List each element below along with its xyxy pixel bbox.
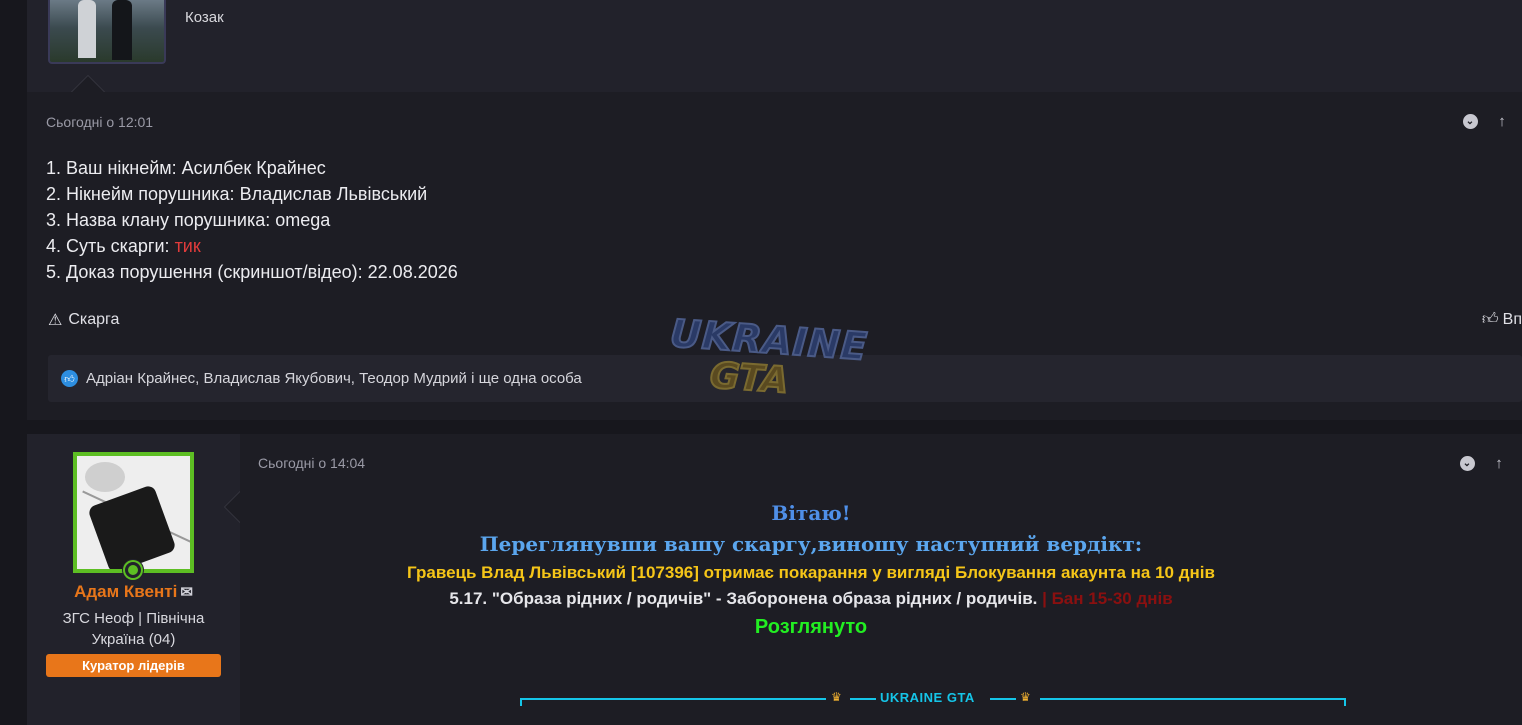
like-reaction-icon: 👍︎ [61,370,78,387]
crown-icon: ♛ [1020,690,1031,704]
complaint-line-offender: 2. Нікнейм порушника: Владислав Львівськ… [46,184,428,204]
post-date[interactable]: Сьогодні о 14:04 [258,455,365,471]
bookmark-button[interactable]: ⌄ [1461,112,1479,130]
verdict-rule: 5.17. "Образа рідних / родичів" - Заборо… [449,589,1173,608]
like-label: Вп [1502,310,1522,328]
crown-icon: ♛ [831,690,842,704]
share-button[interactable]: ↑ [1493,112,1511,130]
ban-range: | Бан 15-30 днів [1037,589,1173,608]
verdict-intro: Переглянувши вашу скаргу,виношу наступни… [479,532,1143,556]
complaint-line-essence: 4. Суть скарги: тик [46,236,201,256]
verdict-body: Вітаю! Переглянувши вашу скаргу,виношу н… [0,498,1522,642]
thumbs-up-icon: 👍︎ [1481,311,1499,328]
share-button[interactable]: ↑ [1490,454,1508,472]
previous-author-title: Козак [185,9,224,26]
report-label: Скарга [68,311,120,328]
previous-author-avatar[interactable] [48,0,166,64]
chevron-down-circle-icon: ⌄ [1462,113,1478,129]
like-button[interactable]: 👍︎ Вп [1482,310,1522,329]
message-post-2: Сьогодні о 14:04 ⌄ ↑ Вітаю! Переглянувши… [240,434,1522,725]
message-post-1: Сьогодні о 12:01 ⌄ ↑ 1. Ваш нікнейм: Аси… [27,92,1522,420]
post-pointer-caret [71,75,105,92]
chevron-down-circle-icon: ⌄ [1459,455,1475,471]
post-body: 1. Ваш нікнейм: Асилбек Крайнес 2. Нікне… [46,155,458,285]
report-button[interactable]: ⚠ Скарга [48,310,119,330]
bookmark-button[interactable]: ⌄ [1458,454,1476,472]
post-actions: ⌄ ↑ [1461,112,1511,130]
verdict-status: Розглянуто [754,616,868,638]
complaint-line-clan: 3. Назва клану порушника: omega [46,210,331,230]
reactions-bar[interactable]: 👍︎ Адріан Крайнес, Владислав Якубович, Т… [48,355,1522,402]
author-role-badge: Куратор лідерів [46,654,221,677]
previous-post-strip: Козак [27,0,1522,92]
signature-brand: UKRAINE GTA [880,690,975,705]
signature-divider: ♛ UKRAINE GTA ♛ [520,690,1346,706]
post-date[interactable]: Сьогодні о 12:01 [46,114,153,130]
post-actions: ⌄ ↑ [1458,454,1508,472]
warning-triangle-icon: ⚠ [48,312,63,329]
complaint-line-proof: 5. Доказ порушення (скриншот/відео): 22.… [46,262,458,282]
reactions-text[interactable]: Адріан Крайнес, Владислав Якубович, Теод… [86,370,582,387]
arrow-up-icon: ↑ [1495,454,1503,472]
arrow-up-icon: ↑ [1498,112,1506,130]
verdict-punishment: Гравець Влад Львівський [107396] отримає… [407,563,1215,582]
complaint-line-nickname: 1. Ваш нікнейм: Асилбек Крайнес [46,158,326,178]
verdict-greeting: Вітаю! [771,501,851,525]
post-divider [27,420,1522,434]
